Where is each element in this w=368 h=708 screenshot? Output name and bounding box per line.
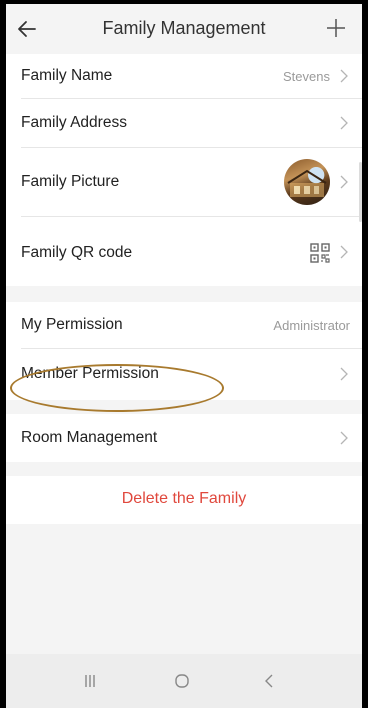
family-qr-label: Family QR code <box>21 244 133 261</box>
delete-group: Delete the Family <box>6 476 362 524</box>
room-management-row[interactable]: Room Management <box>6 414 362 462</box>
my-permission-row: My Permission Administrator <box>6 302 362 348</box>
chevron-right-icon <box>340 431 348 445</box>
recent-apps-icon[interactable] <box>80 671 100 691</box>
chevron-right-icon <box>340 367 348 381</box>
room-management-label: Room Management <box>21 429 158 446</box>
my-permission-label: My Permission <box>21 316 123 333</box>
family-picture-label: Family Picture <box>21 173 120 190</box>
family-address-label: Family Address <box>21 114 127 131</box>
chevron-right-icon <box>340 69 348 83</box>
chevron-right-icon <box>340 245 348 259</box>
family-address-row[interactable]: Family Address <box>6 99 362 147</box>
my-permission-value: Administrator <box>273 318 350 333</box>
scroll-indicator <box>359 162 362 222</box>
house-photo-icon <box>287 169 327 197</box>
delete-family-button[interactable]: Delete the Family <box>6 490 362 508</box>
family-qr-row[interactable]: Family QR code <box>6 217 362 286</box>
chevron-right-icon <box>340 116 348 130</box>
home-icon[interactable] <box>172 671 192 691</box>
plus-icon[interactable] <box>324 16 348 40</box>
qr-code-icon <box>310 243 330 263</box>
family-picture-avatar <box>284 159 330 205</box>
family-info-group: Family Name Stevens Family Address Famil… <box>6 54 362 286</box>
system-nav-bar <box>6 654 362 708</box>
highlight-ellipse <box>10 364 224 412</box>
family-name-label: Family Name <box>21 67 113 84</box>
rooms-group: Room Management <box>6 414 362 462</box>
chevron-right-icon <box>340 175 348 189</box>
family-name-row[interactable]: Family Name Stevens <box>6 54 362 98</box>
screen: Family Management Family Name Stevens Fa… <box>6 4 362 708</box>
nav-back-icon[interactable] <box>260 671 280 691</box>
family-picture-row[interactable]: Family Picture <box>6 148 362 216</box>
page-title: Family Management <box>102 18 266 38</box>
top-bar: Family Management <box>6 4 362 54</box>
family-name-value: Stevens <box>283 69 330 84</box>
